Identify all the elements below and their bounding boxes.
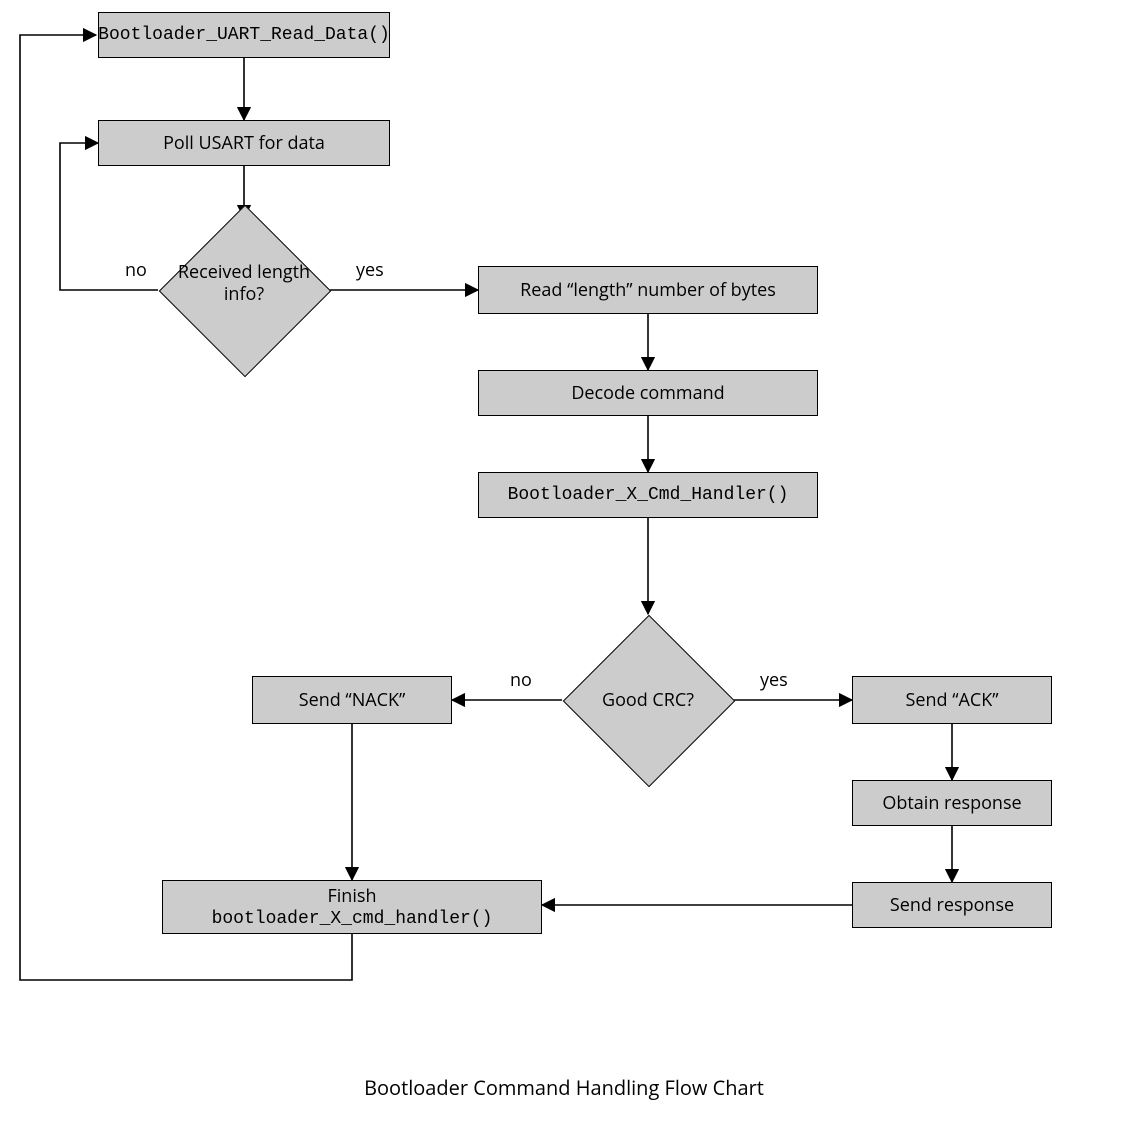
node-finish: Finish bootloader_X_cmd_handler() (162, 880, 542, 934)
node-read-data: Bootloader_UART_Read_Data() (98, 12, 390, 58)
node-good-crc-label: Good CRC? (563, 690, 733, 712)
node-nack: Send “NACK” (252, 676, 452, 724)
node-obtain: Obtain response (852, 780, 1052, 826)
node-read-bytes: Read “length” number of bytes (478, 266, 818, 314)
node-finish-line2: bootloader_X_cmd_handler() (169, 908, 535, 931)
node-decode: Decode command (478, 370, 818, 416)
node-finish-line1: Finish (169, 885, 535, 908)
edge-label-yes-2: yes (760, 668, 788, 692)
flowchart-caption: Bootloader Command Handling Flow Chart (314, 1074, 814, 1101)
flowchart-arrows (0, 0, 1128, 1125)
node-poll: Poll USART for data (98, 120, 390, 166)
node-received-length-label: Received length info? (159, 262, 329, 305)
node-send-response: Send response (852, 882, 1052, 928)
flowchart-canvas: Bootloader_UART_Read_Data() Poll USART f… (0, 0, 1128, 1125)
node-handler: Bootloader_X_Cmd_Handler() (478, 472, 818, 518)
node-ack: Send “ACK” (852, 676, 1052, 724)
edge-label-no-2: no (510, 668, 532, 692)
edge-label-yes-1: yes (356, 258, 384, 282)
edge-label-no-1: no (125, 258, 147, 282)
